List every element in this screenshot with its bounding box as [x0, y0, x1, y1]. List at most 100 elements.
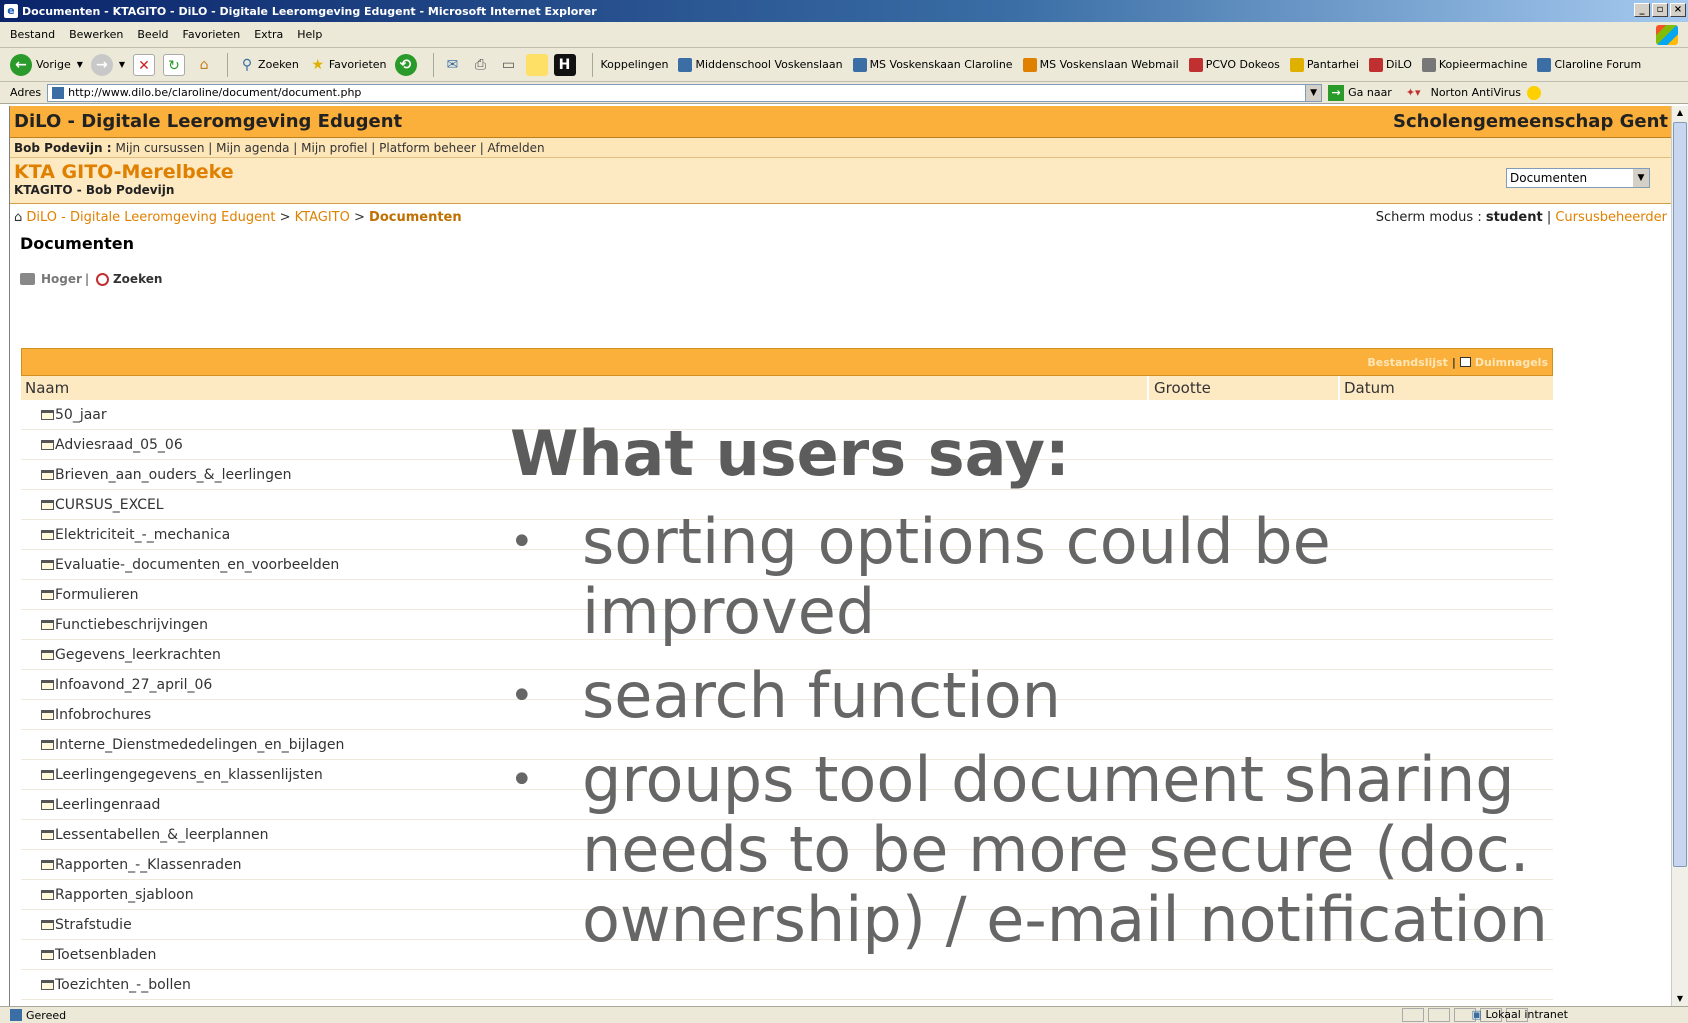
column-date[interactable]: Datum [1344, 379, 1395, 397]
folder-icon [41, 469, 54, 480]
user-links[interactable]: Mijn cursussen | Mijn agenda | Mijn prof… [116, 141, 545, 155]
column-name[interactable]: Naam [25, 379, 69, 397]
view-mode: Scherm modus : student | Cursusbeheerder [1375, 210, 1667, 225]
folder-name[interactable]: Toezichten_-_bollen [55, 977, 191, 993]
menu-favorieten[interactable]: Favorieten [183, 28, 241, 41]
link-icon [1289, 57, 1304, 72]
link-item[interactable]: PCVO Dokeos [1188, 57, 1280, 72]
dropdown-arrow-icon[interactable]: ▼ [1633, 169, 1649, 187]
breadcrumb-course[interactable]: KTAGITO [295, 210, 350, 225]
window-titlebar: e Documenten - KTAGITO - DiLO - Digitale… [0, 0, 1688, 22]
menu-bestand[interactable]: Bestand [10, 28, 55, 41]
go-arrow-icon: → [1328, 84, 1345, 101]
search-button[interactable]: ⚲ Zoeken [236, 54, 299, 76]
antivirus-label[interactable]: Norton AntiVirus [1431, 86, 1521, 99]
menu-bar: Bestand Bewerken Beeld Favorieten Extra … [0, 22, 1688, 48]
folder-name[interactable]: Infoavond_27_april_06 [55, 677, 212, 693]
folder-icon [41, 679, 54, 690]
site-name[interactable]: DiLO - Digitale Leeromgeving Edugent [14, 111, 402, 132]
favorites-button[interactable]: ★ Favorieten [307, 54, 387, 76]
folder-name[interactable]: Gegevens_leerkrachten [55, 647, 221, 663]
windows-logo-icon [1656, 25, 1678, 45]
link-item[interactable]: Kopieermachine [1421, 57, 1527, 72]
folder-icon [41, 769, 54, 780]
h-icon[interactable]: H [553, 53, 576, 76]
folder-name[interactable]: Elektriciteit_-_mechanica [55, 527, 230, 543]
link-item[interactable]: Pantarhei [1289, 57, 1359, 72]
mail-icon[interactable]: ✉ [442, 54, 464, 76]
vertical-scrollbar[interactable]: ▲ ▼ [1671, 106, 1688, 1006]
scroll-down-icon[interactable]: ▼ [1673, 992, 1687, 1006]
folder-name[interactable]: Brieven_aan_ouders_&_leerlingen [55, 467, 291, 483]
menu-beeld[interactable]: Beeld [137, 28, 168, 41]
table-row[interactable]: Toezichten_-_bollen [21, 970, 1553, 1000]
folder-name[interactable]: Leerlingenraad [55, 797, 160, 813]
dropdown-arrow-icon[interactable]: ▼ [1305, 84, 1322, 101]
folder-name[interactable]: Adviesraad_05_06 [55, 437, 183, 453]
organization-name[interactable]: Scholengemeenschap Gent [1393, 111, 1668, 132]
link-item[interactable]: MS Voskenskaan Claroline [852, 57, 1013, 72]
back-button[interactable]: ← Vorige ▼ [10, 53, 83, 76]
dropdown-arrow-icon[interactable]: ▼ [119, 60, 125, 69]
view-switch-bar: Bestandslijst | Duimnagels [21, 348, 1553, 376]
note-icon[interactable] [525, 53, 548, 76]
link-item[interactable]: DiLO [1368, 57, 1412, 72]
link-item[interactable]: MS Voskenslaan Webmail [1022, 57, 1179, 72]
link-item[interactable]: Middenschool Voskenslaan [678, 57, 843, 72]
folder-name[interactable]: Infobrochures [55, 707, 151, 723]
folder-icon [41, 979, 54, 990]
folder-name[interactable]: Rapporten_sjabloon [55, 887, 194, 903]
list-view-link[interactable]: Bestandslijst [1367, 356, 1447, 369]
address-input[interactable]: http://www.dilo.be/claroline/document/do… [47, 83, 1323, 102]
link-item[interactable]: Claroline Forum [1537, 57, 1641, 72]
tool-select[interactable]: Documenten ▼ [1506, 168, 1650, 188]
folder-icon [41, 529, 54, 540]
refresh-icon[interactable]: ↻ [163, 53, 186, 76]
status-text: Gereed [26, 1008, 67, 1022]
antivirus-icon[interactable]: ✦▾ [1406, 86, 1421, 99]
folder-name[interactable]: CURSUS_EXCEL [55, 497, 164, 513]
dropdown-arrow-icon[interactable]: ▼ [77, 60, 83, 69]
menu-extra[interactable]: Extra [254, 28, 283, 41]
breadcrumb-current: Documenten [369, 210, 462, 225]
search-icon[interactable] [95, 272, 109, 286]
close-icon[interactable]: × [1670, 3, 1686, 17]
minimize-icon[interactable]: _ [1634, 3, 1650, 17]
history-icon[interactable]: ⟲ [394, 53, 417, 76]
browser-toolbar: ← Vorige ▼ → ▼ ✕ ↻ ⌂ ⚲ Zoeken ★ Favoriet… [0, 48, 1688, 82]
folder-name[interactable]: Functiebeschrijvingen [55, 617, 208, 633]
scroll-up-icon[interactable]: ▲ [1673, 106, 1687, 120]
folder-icon [41, 829, 54, 840]
column-size[interactable]: Grootte [1154, 379, 1211, 397]
folder-name[interactable]: Toetsenbladen [55, 947, 156, 963]
scrollbar-thumb[interactable] [1673, 122, 1687, 867]
page-title: Documenten [20, 234, 134, 253]
maximize-icon[interactable]: ▫ [1652, 3, 1668, 17]
search-link[interactable]: Zoeken [113, 272, 162, 286]
folder-name[interactable]: 50_jaar [55, 407, 107, 423]
folder-name[interactable]: Rapporten_-_Klassenraden [55, 857, 242, 873]
folder-name[interactable]: Formulieren [55, 587, 138, 603]
home-icon[interactable]: ⌂ [193, 54, 215, 76]
bullet-icon: • [510, 673, 534, 719]
folder-name[interactable]: Strafstudie [55, 917, 132, 933]
menu-help[interactable]: Help [297, 28, 322, 41]
print-icon[interactable]: ⎙ [470, 54, 492, 76]
norton-icon[interactable] [1527, 85, 1542, 100]
breadcrumb-home[interactable]: DiLO - Digitale Leeromgeving Edugent [26, 210, 275, 225]
menu-bewerken[interactable]: Bewerken [69, 28, 123, 41]
up-link[interactable]: Hoger [41, 272, 82, 286]
edit-icon[interactable]: ▭ [498, 54, 520, 76]
go-button[interactable]: → Ga naar [1328, 84, 1392, 101]
folder-name[interactable]: Interne_Dienstmededelingen_en_bijlagen [55, 737, 344, 753]
thumbnails-link[interactable]: Duimnagels [1475, 356, 1548, 369]
forward-button[interactable]: → ▼ [90, 53, 125, 76]
folder-up-icon[interactable] [20, 273, 35, 285]
stop-icon[interactable]: ✕ [133, 53, 156, 76]
folder-name[interactable]: Leerlingengegevens_en_klassenlijsten [55, 767, 323, 783]
folder-name[interactable]: Lessentabellen_&_leerplannen [55, 827, 268, 843]
folder-name[interactable]: Evaluatie-_documenten_en_voorbeelden [55, 557, 339, 573]
column-divider [1338, 376, 1340, 400]
view-mode-admin-link[interactable]: Cursusbeheerder [1555, 210, 1667, 225]
course-title[interactable]: KTA GITO-Merelbeke [14, 161, 1671, 183]
